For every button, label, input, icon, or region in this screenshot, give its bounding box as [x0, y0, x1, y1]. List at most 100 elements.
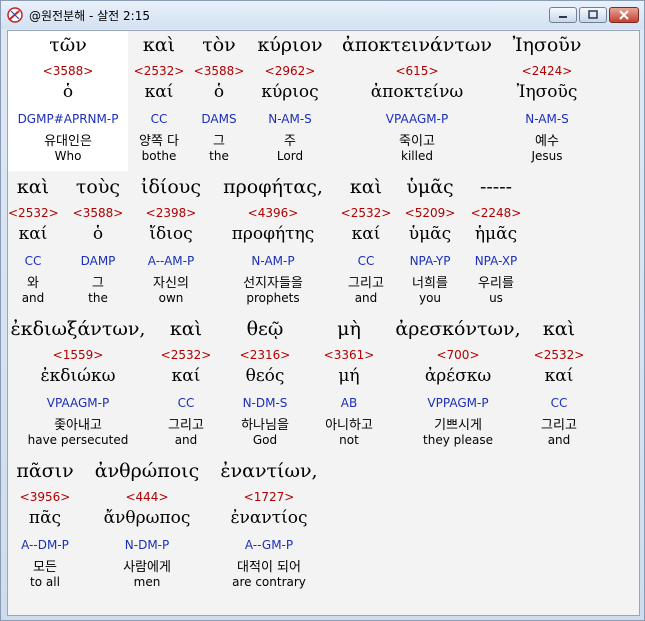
english-gloss: Lord	[276, 149, 304, 163]
parse-code: CC	[357, 254, 375, 268]
english-gloss: the	[88, 291, 108, 305]
english-gloss: us	[489, 291, 503, 305]
word-column[interactable]: καὶ <2532> καί CC 와 and	[8, 173, 59, 313]
english-gloss: bothe	[141, 149, 177, 163]
parse-code: N-DM-S	[242, 396, 288, 410]
word-column[interactable]: μὴ <3361> μή AB 아니하고 not	[314, 315, 384, 455]
greek-word: καὶ	[349, 176, 383, 198]
english-gloss: and	[354, 291, 378, 305]
lemma: καί	[351, 224, 381, 244]
korean-gloss: 하나님을	[241, 418, 289, 433]
word-column[interactable]: τοὺς <3588> ὁ DAMP 그 the	[64, 173, 132, 313]
parse-code: VPAAGM-P	[46, 396, 110, 410]
strong-number: <3956>	[19, 490, 71, 504]
english-gloss: and	[21, 291, 45, 305]
greek-word: πᾶσιν	[16, 460, 74, 482]
lemma: ὁ	[62, 82, 74, 102]
korean-gloss: 너희를	[412, 276, 448, 291]
korean-gloss: 좇아내고	[54, 418, 102, 433]
minimize-button[interactable]	[549, 7, 577, 23]
title-bar[interactable]: @원전분해 - 살전 2:15	[1, 1, 644, 29]
close-button[interactable]	[609, 7, 639, 23]
english-gloss: and	[547, 433, 571, 447]
english-gloss: men	[133, 575, 161, 589]
lemma: ὁ	[213, 82, 225, 102]
strong-number: <2248>	[470, 206, 522, 220]
english-gloss: the	[209, 149, 229, 163]
greek-word: ἀνθρώποις	[94, 460, 200, 482]
word-column[interactable]: πᾶσιν <3956> πᾶς A--DM-P 모든 to all	[8, 457, 82, 597]
word-column[interactable]: καὶ <2532> καί CC 그리고 and	[336, 173, 396, 313]
lemma: θεός	[245, 366, 285, 386]
strong-number: <2398>	[145, 206, 197, 220]
korean-gloss: 아니하고	[325, 418, 373, 433]
lemma: καί	[171, 366, 201, 386]
lemma: μή	[338, 366, 360, 386]
word-column[interactable]: τὸν <3588> ὁ DAMS 그 the	[188, 31, 250, 171]
word-column[interactable]: ἀποκτεινάντων <615> ἀποκτείνω VPAAGM-P 죽…	[334, 31, 500, 171]
lemma: ἴδιος	[149, 224, 193, 244]
word-column[interactable]: ὑμᾶς <5209> ὑμᾶς NPA-YP 너희를 you	[398, 173, 462, 313]
lemma: καί	[544, 366, 574, 386]
greek-word: προφήτας,	[223, 176, 323, 198]
word-column[interactable]: Ἰησοῦν <2424> Ἰησοῦς N-AM-S 예수 Jesus	[500, 31, 594, 171]
lemma: προφήτης	[231, 224, 315, 244]
lemma: πᾶς	[28, 508, 62, 528]
word-column[interactable]: ἐκδιωξάντων, <1559> ἐκδιώκω VPAAGM-P 좇아내…	[8, 315, 148, 455]
parse-code: AB	[340, 396, 358, 410]
minimize-icon	[559, 16, 567, 18]
word-column[interactable]: ἀρεσκόντων, <700> ἀρέσκω VPPAGM-P 기쁘시게 t…	[384, 315, 532, 455]
word-column[interactable]: καὶ <2532> καί CC 그리고 and	[526, 315, 592, 455]
strong-number: <3361>	[323, 348, 375, 362]
word-column[interactable]: ἐναντίων, <1727> ἐναντίος A--GM-P 대적이 되어…	[208, 457, 330, 597]
parse-code: N-AM-P	[251, 254, 295, 268]
parse-code: N-DM-P	[124, 538, 170, 552]
lemma: ὑμᾶς	[408, 224, 452, 244]
parse-code: CC	[150, 112, 168, 126]
korean-gloss: 모든	[33, 560, 57, 575]
interlinear-panel: τῶν <3588> ὁ DGMP#APRNM-P 유대인은 Who καὶ <…	[7, 30, 640, 616]
word-column[interactable]: καὶ <2532> καί CC 양쪽 다 bothe	[126, 31, 192, 171]
lemma: καί	[144, 82, 174, 102]
maximize-icon	[588, 10, 598, 19]
word-column[interactable]: τῶν <3588> ὁ DGMP#APRNM-P 유대인은 Who	[8, 31, 128, 171]
english-gloss: God	[252, 433, 278, 447]
word-column[interactable]: προφήτας, <4396> προφήτης N-AM-P 선지자들을 p…	[210, 173, 336, 313]
greek-word: καὶ	[16, 176, 50, 198]
strong-number: <2316>	[239, 348, 291, 362]
english-gloss: they please	[423, 433, 493, 447]
word-column[interactable]: ἀνθρώποις <444> ἄνθρωπος N-DM-P 사람에게 men	[86, 457, 208, 597]
english-gloss: killed	[401, 149, 433, 163]
parse-code: VPAAGM-P	[385, 112, 449, 126]
english-gloss: to all	[30, 575, 60, 589]
parse-code: DAMP	[80, 254, 116, 268]
parse-code: NPA-XP	[474, 254, 518, 268]
greek-word: τοὺς	[75, 176, 121, 198]
greek-word: καὶ	[142, 34, 176, 56]
word-column[interactable]: ----- <2248> ἡμᾶς NPA-XP 우리를 us	[464, 173, 528, 313]
strong-number: <1559>	[52, 348, 104, 362]
korean-gloss: 선지자들을	[243, 276, 303, 291]
english-gloss: you	[418, 291, 442, 305]
korean-gloss: 그	[213, 134, 225, 149]
parse-code: A--DM-P	[21, 538, 69, 552]
parse-code: DAMS	[201, 112, 237, 126]
lemma: ἐκδιώκω	[40, 366, 116, 386]
strong-number: <2532>	[133, 64, 185, 78]
word-column[interactable]: καὶ <2532> καί CC 그리고 and	[156, 315, 216, 455]
lemma: ἡμᾶς	[474, 224, 518, 244]
word-column[interactable]: κύριον <2962> κύριος N-AM-S 주 Lord	[246, 31, 334, 171]
window-title: @원전분해 - 살전 2:15	[29, 9, 150, 23]
lemma: ὁ	[92, 224, 104, 244]
word-column[interactable]: ἰδίους <2398> ἴδιος A--AM-P 자신의 own	[132, 173, 210, 313]
strong-number: <3588>	[193, 64, 245, 78]
korean-gloss: 우리를	[478, 276, 514, 291]
korean-gloss: 주	[284, 134, 296, 149]
english-gloss: Who	[54, 149, 82, 163]
strong-number: <2532>	[340, 206, 392, 220]
korean-gloss: 그리고	[348, 276, 384, 291]
korean-gloss: 그리고	[168, 418, 204, 433]
strong-number: <2532>	[160, 348, 212, 362]
word-column[interactable]: θεῷ <2316> θεός N-DM-S 하나님을 God	[228, 315, 302, 455]
maximize-button[interactable]	[579, 7, 607, 23]
